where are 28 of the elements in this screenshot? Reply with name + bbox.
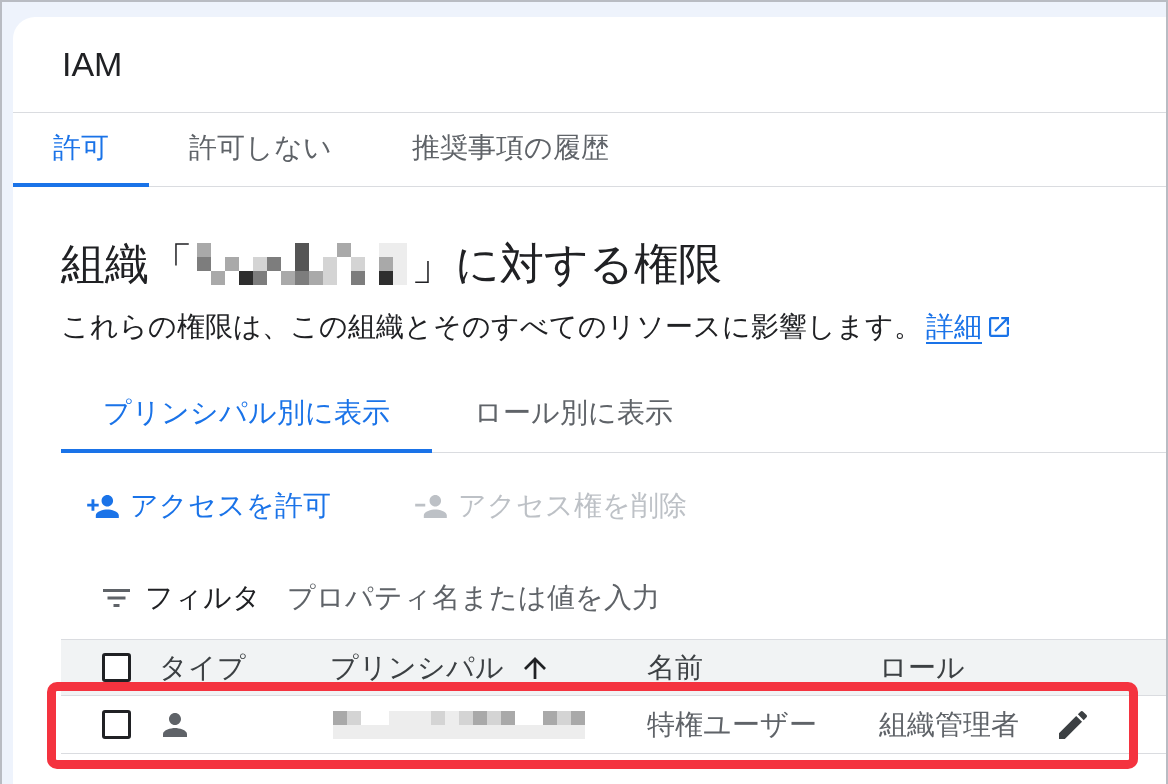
heading-text: 組織「 <box>61 238 193 290</box>
description-text: これらの権限は、この組織とそのすべてのリソースに影響します。 <box>61 310 922 344</box>
filter-icon <box>103 589 130 607</box>
person-icon <box>163 712 187 737</box>
column-header: 名前 <box>647 650 703 685</box>
details-link[interactable]: 詳細 <box>926 308 982 346</box>
grant-access-button[interactable]: アクセスを許可 <box>75 480 343 532</box>
pencil-icon <box>1059 710 1087 739</box>
filter-label: フィルタ <box>145 581 261 615</box>
page-title: IAM <box>62 45 123 84</box>
checkbox[interactable] <box>102 710 131 739</box>
tab[interactable]: 推奨事項の履歴 <box>372 113 649 187</box>
external-link-icon <box>989 317 1009 337</box>
tab[interactable]: 許可 <box>13 113 149 187</box>
heading-text: 」に対する権限 <box>411 238 722 290</box>
filter-field[interactable]: プロパティ名または値を入力 <box>287 578 807 618</box>
table-cell: 特権ユーザー <box>647 708 817 740</box>
edit-button[interactable] <box>1059 710 1087 739</box>
column-header: プリンシパル <box>330 650 504 685</box>
table-cell: 組織管理者 <box>879 708 1019 740</box>
column-header: タイプ <box>159 650 246 685</box>
checkbox[interactable] <box>102 653 131 682</box>
tab[interactable]: プリンシパル別に表示 <box>61 377 432 453</box>
person-remove-icon <box>415 494 447 518</box>
tab[interactable]: 許可しない <box>149 113 372 187</box>
tab[interactable]: ロール別に表示 <box>432 377 715 453</box>
person-add-icon <box>87 494 119 518</box>
column-header: ロール <box>879 650 965 685</box>
